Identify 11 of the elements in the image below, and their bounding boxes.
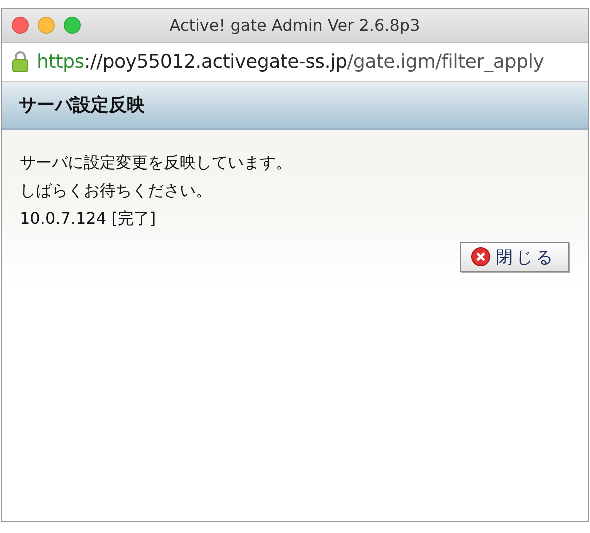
lock-icon <box>12 51 29 73</box>
status-message: しばらくお待ちください。 <box>20 180 213 202</box>
zoom-window-icon[interactable] <box>64 17 81 34</box>
window-title: Active! gate Admin Ver 2.6.8p3 <box>170 16 420 35</box>
status-message: 10.0.7.124 [完了] <box>20 208 158 230</box>
close-window-icon[interactable] <box>12 17 29 34</box>
page-heading: サーバ設定反映 <box>19 94 145 117</box>
minimize-window-icon[interactable] <box>38 17 55 34</box>
close-button[interactable]: 閉じる <box>460 242 569 272</box>
close-icon <box>471 247 491 267</box>
status-message: サーバに設定変更を反映しています。 <box>20 152 293 174</box>
